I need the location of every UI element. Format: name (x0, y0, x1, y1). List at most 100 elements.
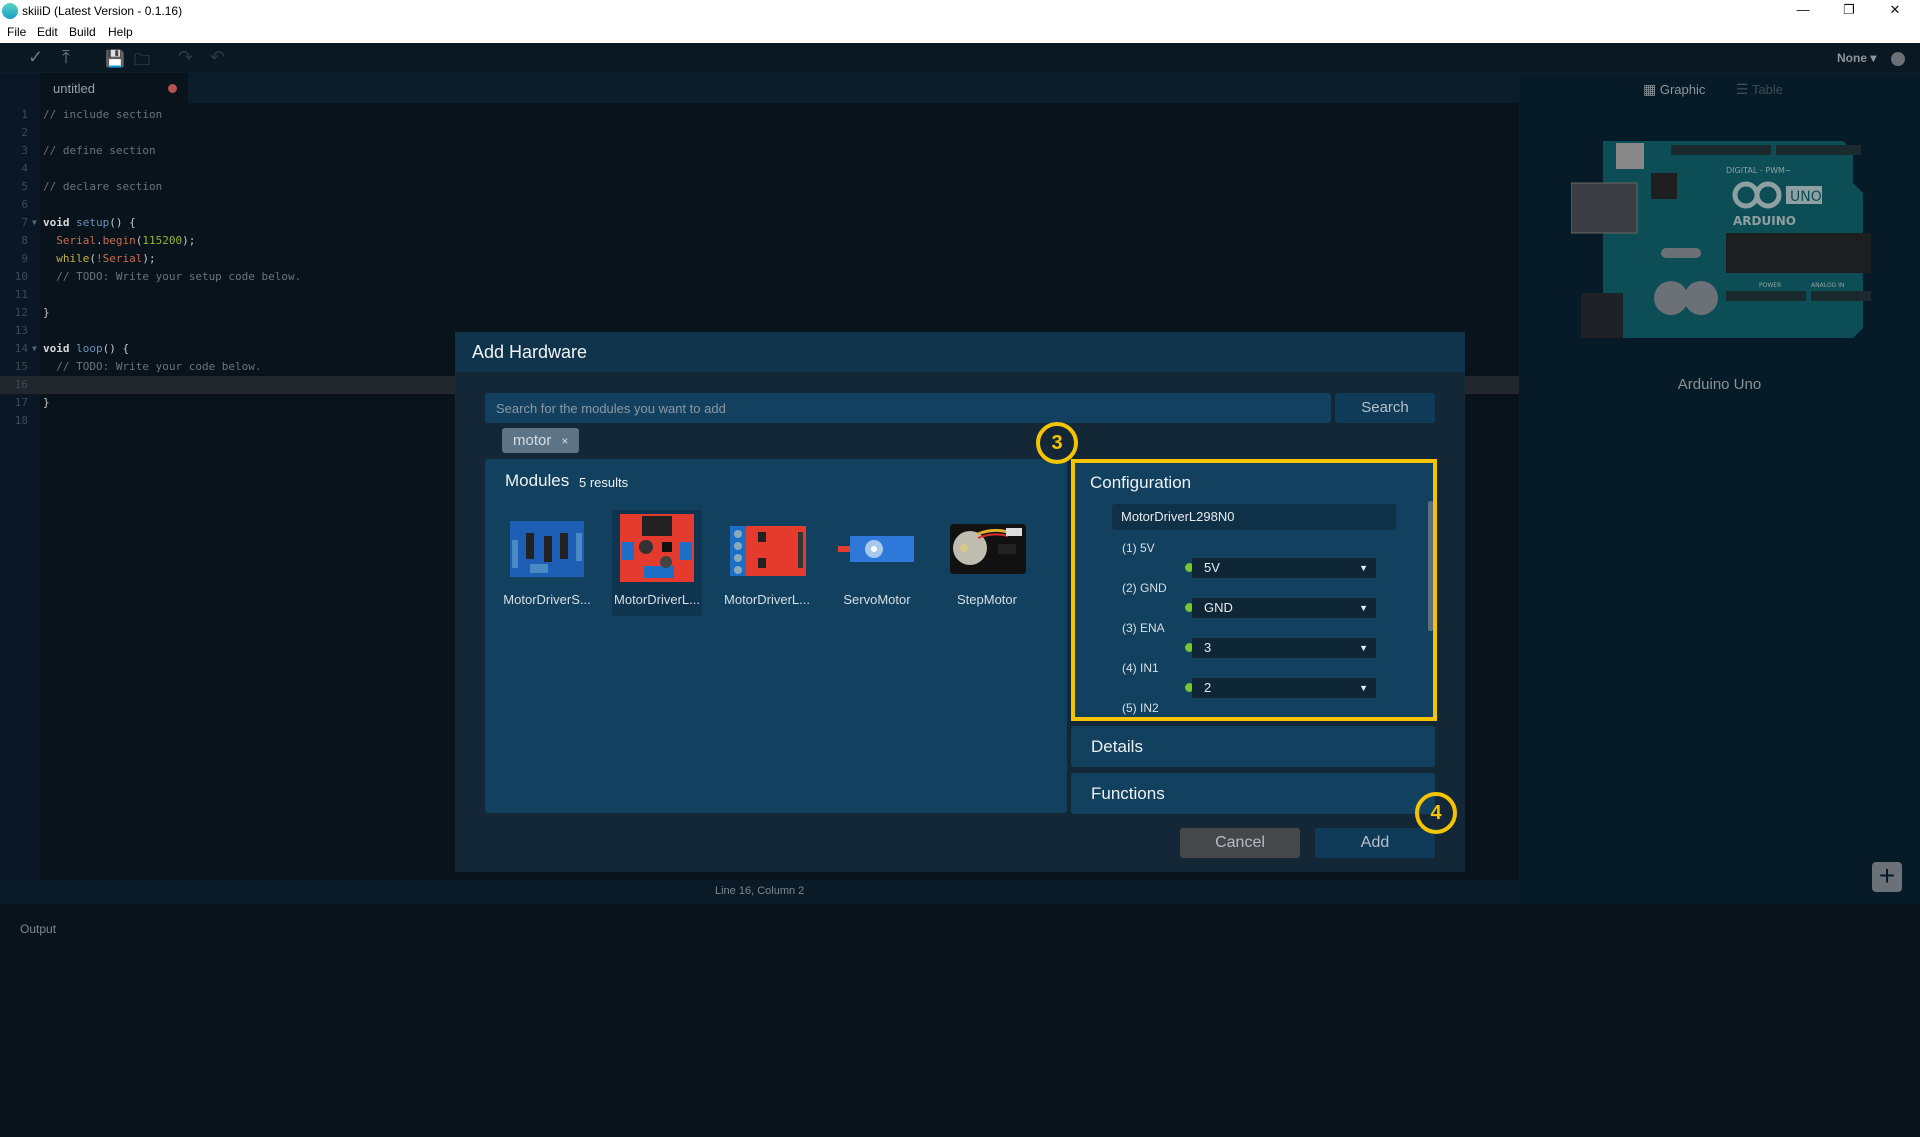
module-name: StepMotor (957, 592, 1017, 607)
verify-icon[interactable]: ✓ (28, 47, 43, 68)
motor-driver-shield-thumbnail (510, 521, 584, 577)
module-item-motordriver-shield[interactable]: MotorDriverS... (502, 510, 592, 616)
line-text: // declare section (43, 180, 163, 193)
module-name: MotorDriverL... (724, 592, 810, 607)
line-number: 12 (14, 306, 28, 319)
menu-help[interactable]: Help (108, 25, 133, 39)
code-line[interactable]: 4 (0, 160, 1519, 178)
module-item-motordriver-l298n[interactable]: MotorDriverL... (612, 510, 702, 616)
menu-bar: File Edit Build Help (0, 22, 1920, 43)
line-number: 5 (21, 180, 28, 193)
line-number: 8 (21, 234, 28, 247)
unsaved-indicator-icon (168, 84, 177, 93)
pin-label: (2) GND (1122, 581, 1167, 595)
upload-icon[interactable]: ⤒ (62, 47, 70, 68)
line-text: // define section (43, 144, 156, 157)
line-text: } (43, 396, 50, 409)
pin-select-value: 3 (1204, 640, 1212, 655)
dropdown-caret-icon: ▼ (1359, 563, 1368, 573)
line-number: 14 (14, 342, 28, 355)
save-icon[interactable]: 💾 (105, 49, 125, 69)
board-power-label: POWER (1759, 282, 1781, 289)
cursor-position: Line 16, Column 2 (715, 885, 805, 897)
toolbar: ✓ ⤒ 💾 🗀 ↷ ↶ None ▾ (0, 43, 1920, 73)
cancel-button[interactable]: Cancel (1180, 828, 1300, 858)
fold-toggle-icon[interactable]: ▼ (32, 214, 37, 232)
connection-status-icon (1891, 52, 1905, 66)
file-tab-untitled[interactable]: untitled (40, 73, 188, 103)
board-port-select[interactable]: None ▾ (1837, 51, 1876, 65)
board-model-label: UNO (1790, 189, 1822, 205)
line-text: // include section (43, 108, 163, 121)
remove-tag-icon[interactable]: × (561, 434, 568, 448)
pin-label: (3) ENA (1122, 621, 1165, 635)
editor-tab-bar: untitled (40, 73, 1519, 103)
menu-build[interactable]: Build (69, 25, 96, 39)
code-line[interactable]: 6 (0, 196, 1519, 214)
arduino-uno-board[interactable]: DIGITAL - PWM~ UNO ARDUINO POWER ANALOG … (1571, 133, 1871, 348)
configuration-title: Configuration (1090, 473, 1192, 492)
board-digital-label: DIGITAL - PWM~ (1726, 166, 1792, 175)
tab-graphic-label: Graphic (1659, 82, 1706, 97)
code-line[interactable]: 9 while(!Serial); (0, 250, 1519, 268)
line-number: 10 (14, 270, 28, 283)
line-text: Serial.begin(115200); (56, 234, 196, 247)
pin-select-5v[interactable]: 5V ▼ (1192, 558, 1376, 578)
output-label: Output (20, 922, 57, 936)
line-number: 13 (14, 324, 28, 337)
code-line[interactable]: 1 // include section (0, 106, 1519, 124)
pin-select-in2[interactable] (1192, 718, 1376, 721)
pin-select-in1[interactable]: 2 ▼ (1192, 678, 1376, 698)
line-text: while(!Serial); (56, 252, 156, 265)
line-number: 3 (21, 144, 28, 157)
code-line[interactable]: 5 // declare section (0, 178, 1519, 196)
menu-file[interactable]: File (7, 25, 26, 39)
menu-edit[interactable]: Edit (37, 25, 58, 39)
pin-select-value: 5V (1204, 560, 1220, 575)
undo-icon[interactable]: ↶ (210, 47, 225, 68)
details-section[interactable]: Details (1071, 726, 1435, 767)
code-line[interactable]: 10 // TODO: Write your setup code below. (0, 268, 1519, 286)
line-text: } (43, 306, 50, 319)
add-button[interactable]: Add (1315, 828, 1435, 858)
pin-label: (4) IN1 (1122, 661, 1159, 675)
minimize-button[interactable]: — (1780, 0, 1826, 22)
code-line[interactable]: 7 ▼ void setup() { (0, 214, 1519, 232)
fold-toggle-icon[interactable]: ▼ (32, 340, 37, 358)
search-button[interactable]: Search (1335, 393, 1435, 423)
open-folder-icon[interactable]: 🗀 (134, 49, 150, 76)
code-line[interactable]: 2 (0, 124, 1519, 142)
window-title: skiiiD (Latest Version - 0.1.16) (22, 4, 183, 18)
configuration-scrollbar[interactable] (1428, 501, 1433, 631)
instance-name-field[interactable]: MotorDriverL298N0 (1112, 504, 1396, 530)
line-text: // TODO: Write your setup code below. (43, 270, 302, 283)
output-panel: Output (0, 904, 1920, 1137)
functions-label: Functions (1091, 784, 1165, 803)
dialog-title-bar: Add Hardware (455, 332, 1465, 372)
redo-icon[interactable]: ↷ (178, 47, 193, 68)
servo-motor-thumbnail (838, 536, 914, 562)
module-item-stepmotor[interactable]: StepMotor (942, 510, 1032, 616)
add-hardware-button[interactable]: + (1872, 862, 1902, 892)
grid-icon: ▦ (1643, 81, 1657, 97)
module-search-input[interactable] (485, 393, 1331, 423)
code-line[interactable]: 8 Serial.begin(115200); (0, 232, 1519, 250)
tab-table[interactable]: ☰ Table (1736, 81, 1783, 98)
code-line[interactable]: 12} (0, 304, 1519, 322)
pin-select-gnd[interactable]: GND ▼ (1192, 598, 1376, 618)
code-line[interactable]: 11 (0, 286, 1519, 304)
tab-graphic[interactable]: ▦ Graphic (1643, 81, 1705, 98)
module-item-motordriver-l9110[interactable]: MotorDriverL... (722, 510, 812, 616)
code-line[interactable]: 3 // define section (0, 142, 1519, 160)
functions-section[interactable]: Functions (1071, 773, 1435, 814)
step-motor-thumbnail (950, 524, 1026, 574)
module-name: ServoMotor (843, 592, 911, 607)
modules-panel: Modules 5 results MotorDriverS... MotorD… (485, 459, 1067, 813)
hardware-panel: ▦ Graphic ☰ Table DIGITAL - PWM~ UNO ARD… (1519, 73, 1920, 904)
pin-select-ena[interactable]: 3 ▼ (1192, 638, 1376, 658)
tab-table-label: Table (1751, 82, 1784, 97)
close-button[interactable]: ✕ (1872, 0, 1918, 22)
restore-button[interactable]: ❐ (1826, 0, 1872, 22)
module-item-servomotor[interactable]: ServoMotor (832, 510, 922, 616)
line-text: void setup() { (43, 216, 136, 229)
